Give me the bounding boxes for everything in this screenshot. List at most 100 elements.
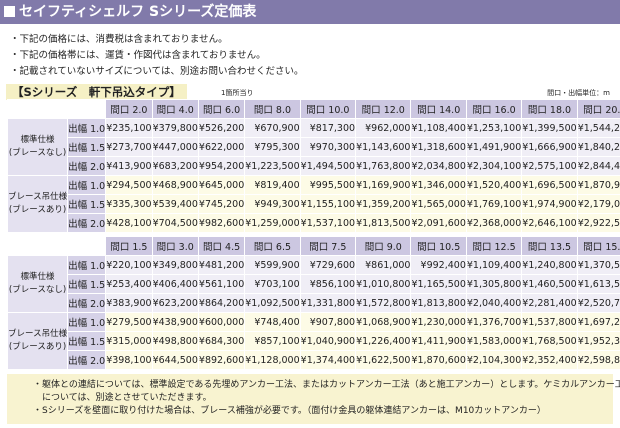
column-header: 間口 14.0: [410, 99, 467, 119]
width-label: 出幅 1.5: [67, 274, 107, 294]
price-cell: ¥1,165,500: [410, 274, 467, 294]
price-cell: ¥1,572,800: [355, 293, 412, 313]
table-row: 出幅 2.0 ¥383,900 ¥623,200 ¥864,200 ¥1,092,500…: [8, 293, 620, 313]
price-cell: ¥1,305,800: [465, 274, 523, 294]
price-cell: ¥623,200: [151, 293, 199, 313]
price-cell: ¥857,100: [244, 331, 301, 351]
width-label: 出幅 1.0: [67, 175, 107, 195]
price-cell: ¥2,304,100: [465, 156, 523, 176]
price-cell: ¥1,769,100: [465, 194, 523, 214]
price-cell: ¥2,091,600: [410, 213, 467, 233]
price-cell: ¥645,000: [197, 175, 246, 195]
notes: ・下記の価格には、消費税は含まれておりません。 ・下記の価格帯には、運賃・作図代…: [10, 32, 303, 80]
price-cell: ¥599,900: [244, 255, 301, 275]
price-cell: ¥1,226,400: [355, 331, 412, 351]
price-cell: ¥1,544,200: [576, 118, 620, 138]
price-cell: ¥1,974,900: [521, 194, 578, 214]
price-cell: ¥1,537,800: [521, 312, 578, 332]
price-cell: ¥413,900: [105, 156, 153, 176]
price-cell: ¥622,000: [197, 137, 246, 157]
price-cell: ¥745,200: [197, 194, 246, 214]
price-cell: ¥683,200: [151, 156, 199, 176]
header-blank: [6, 99, 107, 119]
price-cell: ¥1,537,100: [299, 213, 357, 233]
price-cell: ¥1,494,500: [299, 156, 357, 176]
spec-label-line: 標準仕様: [20, 272, 55, 282]
price-cell: ¥1,169,900: [355, 175, 412, 195]
spec-label-line: ブレース吊仕様: [8, 329, 68, 339]
price-cell: ¥2,646,100: [521, 213, 578, 233]
price-cell: ¥1,376,700: [465, 312, 523, 332]
price-cell: ¥1,583,000: [465, 331, 523, 351]
header-blank: [6, 236, 107, 256]
price-cell: ¥1,697,200: [576, 312, 620, 332]
spec-label: 標準仕様 (ブレースなし): [6, 255, 69, 313]
price-cell: ¥1,491,900: [465, 137, 523, 157]
width-label: 出幅 2.0: [67, 156, 107, 176]
spec-label-line: (ブレースあり): [8, 342, 67, 352]
price-cell: ¥1,092,500: [244, 293, 301, 313]
note-line: ・記載されていないサイズについては、別途お問い合わせください。: [10, 66, 304, 77]
price-cell: ¥2,575,100: [521, 156, 578, 176]
price-cell: ¥1,622,500: [355, 350, 412, 370]
width-label: 出幅 1.5: [67, 137, 107, 157]
square-icon: [4, 6, 15, 17]
price-cell: ¥1,230,000: [410, 312, 467, 332]
price-cell: ¥383,900: [105, 293, 153, 313]
price-cell: ¥235,100: [105, 118, 153, 138]
price-cell: ¥279,500: [105, 312, 153, 332]
price-cell: ¥1,068,900: [355, 312, 412, 332]
price-cell: ¥315,000: [105, 331, 153, 351]
price-cell: ¥1,840,200: [576, 137, 620, 157]
price-cell: ¥949,300: [244, 194, 301, 214]
price-cell: ¥856,100: [299, 274, 357, 294]
column-header: 間口 8.0: [244, 99, 301, 119]
table-row: ブレース吊仕様 (ブレースあり) 出幅 1.0 ¥279,500 ¥438,900 ¥60…: [6, 312, 620, 370]
width-label: 出幅 1.0: [67, 118, 107, 138]
price-cell: ¥2,922,500: [576, 213, 620, 233]
section-heading: 【Sシリーズ 軒下吊込タイプ】: [6, 84, 187, 100]
price-cell: ¥294,500: [105, 175, 153, 195]
page-title: セイフティシェルフ Sシリーズ定価表: [19, 4, 257, 20]
price-cell: ¥1,411,900: [410, 331, 467, 351]
price-cell: ¥1,155,100: [299, 194, 357, 214]
price-cell: ¥2,040,400: [465, 293, 523, 313]
price-cell: ¥748,400: [244, 312, 301, 332]
price-cell: ¥1,768,500: [521, 331, 578, 351]
price-cell: ¥1,870,600: [410, 350, 467, 370]
column-header: 間口 9.0: [355, 236, 412, 256]
price-cell: ¥729,600: [299, 255, 357, 275]
column-header: 間口 18.0: [521, 99, 578, 119]
spec-label: ブレース吊仕様 (ブレースあり): [6, 175, 69, 233]
table-row: 出幅 1.5 ¥273,700 ¥447,000 ¥622,000 ¥795,300 ¥9…: [8, 137, 620, 157]
price-cell: ¥273,700: [105, 137, 153, 157]
table-row: 出幅 1.5 ¥253,400 ¥406,400 ¥561,100 ¥703,100 ¥8…: [8, 274, 620, 294]
price-cell: ¥1,359,200: [355, 194, 412, 214]
price-cell: ¥468,900: [151, 175, 199, 195]
price-cell: ¥1,223,500: [244, 156, 301, 176]
price-cell: ¥1,253,100: [465, 118, 523, 138]
price-cell: ¥819,400: [244, 175, 301, 195]
price-cell: ¥1,240,800: [521, 255, 578, 275]
price-cell: ¥1,696,500: [521, 175, 578, 195]
price-cell: ¥1,666,900: [521, 137, 578, 157]
price-cell: ¥438,900: [151, 312, 199, 332]
price-cell: ¥600,000: [197, 312, 246, 332]
price-cell: ¥1,374,400: [299, 350, 357, 370]
section-note: 1箇所当り: [221, 89, 254, 97]
price-cell: ¥644,500: [151, 350, 199, 370]
spec-label-line: (ブレースなし): [8, 285, 67, 295]
price-cell: ¥1,813,500: [355, 213, 412, 233]
price-cell: ¥1,331,800: [299, 293, 357, 313]
spec-label-line: 標準仕様: [20, 135, 55, 145]
price-cell: ¥1,613,500: [576, 274, 620, 294]
column-header: 間口 20.0: [576, 99, 620, 119]
column-header: 間口 13.5: [521, 236, 578, 256]
title-bar: セイフティシェルフ Sシリーズ定価表: [0, 0, 620, 24]
price-cell: ¥1,040,900: [299, 331, 357, 351]
spec-label: 標準仕様 (ブレースなし): [6, 118, 69, 176]
price-cell: ¥2,034,800: [410, 156, 467, 176]
price-cell: ¥970,300: [299, 137, 357, 157]
width-label: 出幅 2.0: [67, 213, 107, 233]
price-cell: ¥1,870,900: [576, 175, 620, 195]
